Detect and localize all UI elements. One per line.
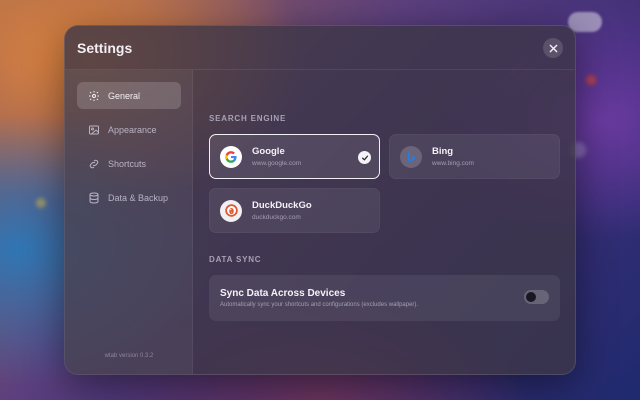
- toggle-knob: [526, 292, 536, 302]
- sidebar-item-label: Shortcuts: [108, 158, 147, 169]
- gear-icon: [88, 90, 100, 102]
- engine-name: Bing: [432, 146, 454, 157]
- sidebar-item-appearance[interactable]: Appearance: [77, 116, 181, 143]
- google-icon: [220, 145, 242, 168]
- sidebar-item-label: Data & Backup: [108, 192, 169, 203]
- version-label: wtab version 0.3.2: [104, 353, 154, 359]
- engine-url: www.google.com: [252, 160, 302, 167]
- engine-name: Google: [252, 146, 285, 157]
- settings-sidebar: General Appearance Shortcuts Data & Back…: [65, 70, 193, 374]
- sidebar-item-general[interactable]: General: [77, 82, 181, 109]
- section-title-search-engine: SEARCH ENGINE: [209, 114, 287, 123]
- modal-title: Settings: [77, 40, 133, 56]
- sync-setting-row: Sync Data Across Devices Automatically s…: [209, 275, 560, 321]
- image-icon: [88, 124, 100, 136]
- database-icon: [88, 192, 100, 204]
- settings-modal: Settings General Appearance Shortcuts Da…: [64, 25, 576, 375]
- sync-title: Sync Data Across Devices: [220, 288, 346, 299]
- sidebar-item-data-backup[interactable]: Data & Backup: [77, 184, 181, 211]
- modal-header: Settings: [65, 26, 575, 70]
- sidebar-item-label: General: [108, 90, 141, 101]
- section-title-data-sync: DATA SYNC: [209, 255, 262, 264]
- sidebar-item-shortcuts[interactable]: Shortcuts: [77, 150, 181, 177]
- close-button[interactable]: [543, 38, 563, 58]
- engine-url: duckduckgo.com: [252, 214, 301, 221]
- sidebar-item-label: Appearance: [108, 124, 157, 135]
- duckduckgo-icon: [220, 199, 242, 222]
- settings-content: SEARCH ENGINE Google www.google.com Bing…: [194, 70, 575, 374]
- bing-icon: [400, 145, 422, 168]
- engine-card-duckduckgo[interactable]: DuckDuckGo duckduckgo.com: [209, 188, 380, 233]
- engine-card-bing[interactable]: Bing www.bing.com: [389, 134, 560, 179]
- engine-card-google[interactable]: Google www.google.com: [209, 134, 380, 179]
- background-dot: [586, 75, 596, 85]
- sync-toggle[interactable]: [524, 290, 549, 304]
- engine-url: www.bing.com: [432, 160, 474, 167]
- background-dot: [36, 198, 46, 208]
- check-icon: [358, 151, 371, 164]
- link-icon: [88, 158, 100, 170]
- sync-description: Automatically sync your shortcuts and co…: [220, 302, 419, 308]
- engine-name: DuckDuckGo: [252, 200, 312, 211]
- close-icon: [549, 44, 557, 52]
